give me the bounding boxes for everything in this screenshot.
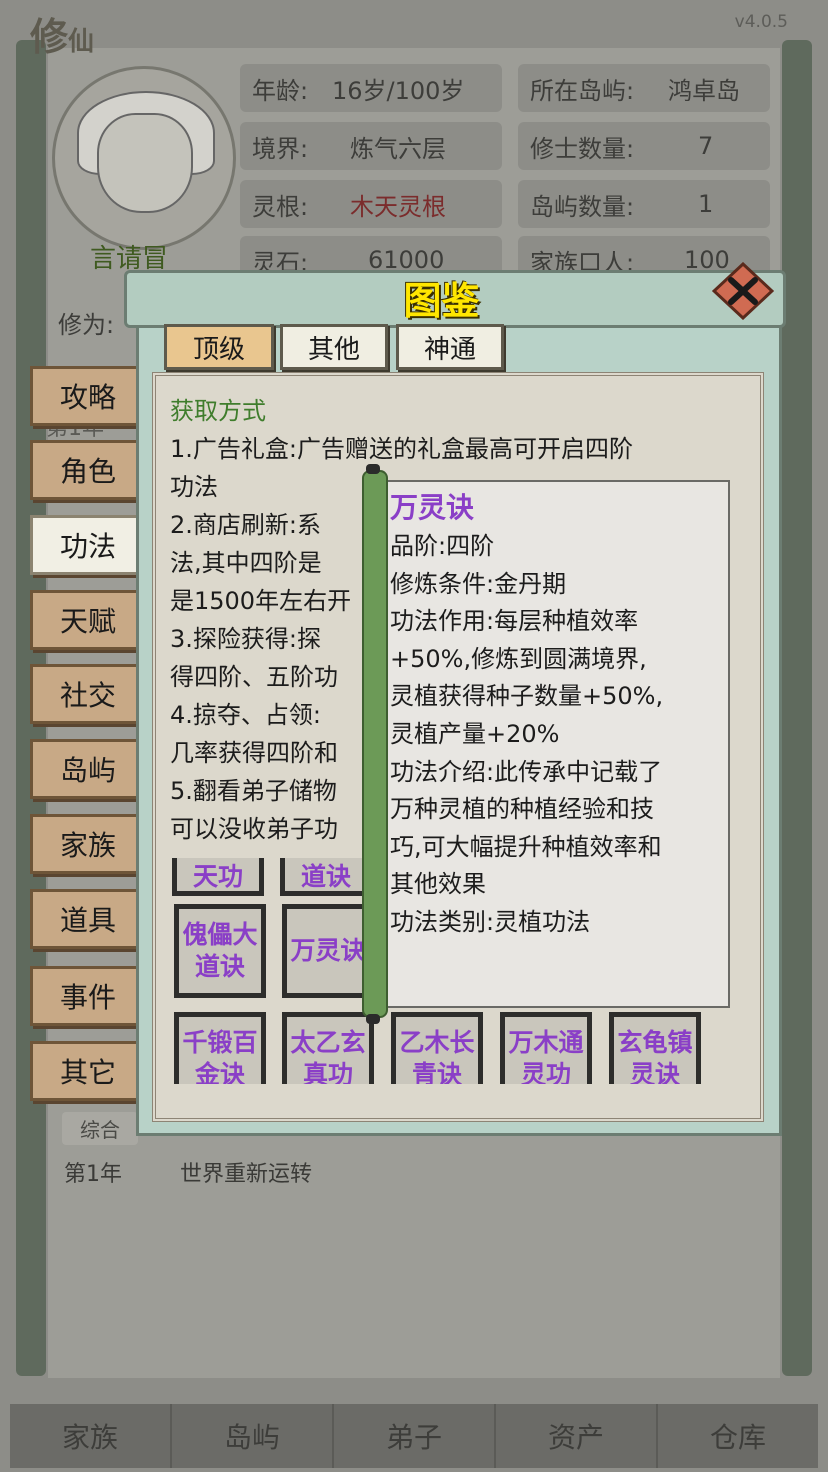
side-menu-character[interactable]: 角色 xyxy=(30,440,146,500)
acquire-line: 1.广告礼盒:广告赠送的礼盒最高可开启四阶 xyxy=(170,435,633,463)
side-menu-other[interactable]: 其它 xyxy=(30,1041,146,1101)
log-text: 世界重新运转 xyxy=(180,1162,313,1187)
skill-card-name: 道诀 xyxy=(300,862,351,891)
skill-grid-row-bottom: 千锻百金诀 太乙玄真功 乙木长青诀 万木通灵功 玄龟镇灵诀 xyxy=(172,1012,738,1084)
tab-other[interactable]: 其他 xyxy=(280,324,388,370)
tab-divine-ability[interactable]: 神通 xyxy=(396,324,504,370)
skill-card[interactable]: 万木通灵功 xyxy=(500,1012,592,1084)
skill-card-name: 玄龟镇灵诀 xyxy=(617,1028,693,1084)
info-island: 所在岛屿: 鸿卓岛 xyxy=(518,64,770,112)
skill-card-name: 万灵诀 xyxy=(290,936,366,965)
skill-card[interactable]: 傀儡大道诀 xyxy=(174,904,266,998)
bottom-nav-assets[interactable]: 资产 xyxy=(496,1404,658,1468)
close-icon xyxy=(711,261,775,321)
side-menu-social[interactable]: 社交 xyxy=(30,664,146,724)
skill-card[interactable]: 天功 xyxy=(172,858,264,896)
detail-line: 巧,可大幅提升种植效率和 xyxy=(390,832,662,861)
skill-card[interactable]: 道诀 xyxy=(280,858,372,896)
log-year: 第1年 xyxy=(64,1162,122,1187)
codex-title: 图鉴 xyxy=(403,279,480,323)
side-menu-talent[interactable]: 天赋 xyxy=(30,590,146,650)
detail-line: 品阶:四阶 xyxy=(390,532,495,560)
skill-card-name: 万木通灵功 xyxy=(508,1028,584,1084)
skill-detail-text: 品阶:四阶 修炼条件:金丹期 功法作用:每层种植效率 +50%,修炼到圆满境界,… xyxy=(390,528,722,942)
tab-top-grade[interactable]: 顶级 xyxy=(164,324,274,370)
version-label: v4.0.5 xyxy=(734,12,788,32)
skill-card-name: 千锻百金诀 xyxy=(182,1028,258,1084)
info-cultivators: 修士数量: 7 xyxy=(518,122,770,170)
skill-card[interactable]: 万灵诀 xyxy=(282,904,374,998)
bottom-nav-family[interactable]: 家族 xyxy=(10,1404,172,1468)
skill-card-name: 太乙玄真功 xyxy=(290,1028,366,1084)
skill-card[interactable]: 玄龟镇灵诀 xyxy=(609,1012,701,1084)
skill-card[interactable]: 太乙玄真功 xyxy=(282,1012,374,1084)
side-menu-skills[interactable]: 功法 xyxy=(30,515,146,575)
bottom-nav-disciples[interactable]: 弟子 xyxy=(334,1404,496,1468)
skill-card[interactable]: 千锻百金诀 xyxy=(174,1012,266,1084)
detail-line: 灵植获得种子数量+50%, xyxy=(390,682,664,711)
bottom-nav-island[interactable]: 岛屿 xyxy=(172,1404,334,1468)
avatar-face xyxy=(97,113,193,213)
skill-detail-name: 万灵诀 xyxy=(390,491,475,524)
skill-card[interactable]: 乙木长青诀 xyxy=(391,1012,483,1084)
detail-scroll-rod xyxy=(362,464,388,1024)
side-menu-items[interactable]: 道具 xyxy=(30,889,146,949)
skill-card-name: 傀儡大道诀 xyxy=(182,920,258,981)
log-tab-general[interactable]: 综合 xyxy=(62,1112,138,1145)
side-menu-island[interactable]: 岛屿 xyxy=(30,739,146,799)
detail-line: 功法介绍:此传承中记载了 xyxy=(390,757,663,786)
detail-line: +50%,修炼到圆满境界, xyxy=(390,644,647,673)
side-menu-family[interactable]: 家族 xyxy=(30,814,146,874)
detail-line: 其他效果 xyxy=(390,870,486,899)
info-islands: 岛屿数量: 1 xyxy=(518,180,770,228)
side-menu-guide[interactable]: 攻略 xyxy=(30,366,146,426)
info-age: 年龄: 16岁/100岁 xyxy=(240,64,502,112)
detail-line: 万种灵植的种植经验和技 xyxy=(390,795,654,824)
detail-line: 功法作用:每层种植效率 xyxy=(390,607,639,636)
scroll-rod-right xyxy=(782,40,812,1376)
bottom-nav-warehouse[interactable]: 仓库 xyxy=(658,1404,818,1468)
info-realm: 境界: 炼气六层 xyxy=(240,122,502,170)
close-button[interactable] xyxy=(711,261,775,321)
skill-card-name: 乙木长青诀 xyxy=(399,1028,475,1084)
player-avatar[interactable] xyxy=(52,66,236,250)
skill-card-name: 天功 xyxy=(192,862,243,891)
detail-line: 灵植产量+20% xyxy=(390,719,560,748)
detail-line: 修炼条件:金丹期 xyxy=(390,569,567,598)
info-root: 灵根: 木天灵根 xyxy=(240,180,502,228)
rod-cap-top xyxy=(366,464,380,474)
side-menu-events[interactable]: 事件 xyxy=(30,966,146,1026)
rod-cap-bottom xyxy=(366,1014,380,1024)
game-logo: 修仙 xyxy=(30,14,95,59)
acquire-header: 获取方式 xyxy=(170,397,266,425)
detail-line: 功法类别:灵植功法 xyxy=(390,907,591,936)
bottom-nav: 家族 岛屿 弟子 资产 仓库 xyxy=(10,1404,818,1468)
